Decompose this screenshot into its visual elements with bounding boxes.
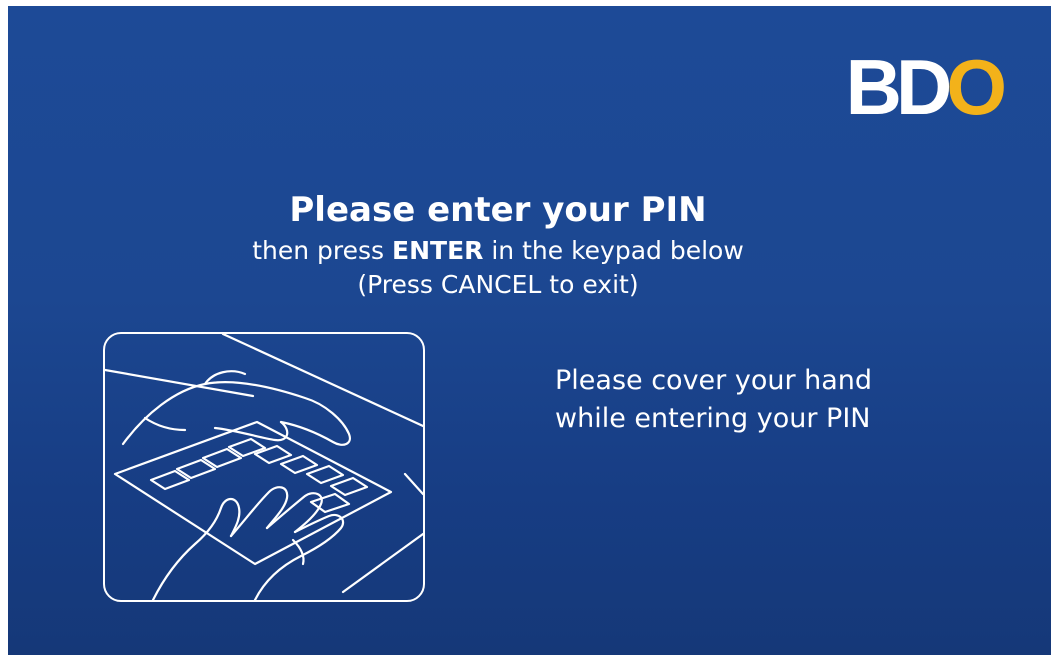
page-title: Please enter your PIN [289, 190, 707, 230]
logo-text-accent: O [946, 43, 1007, 131]
enter-instruction: then press ENTER in the keypad below [8, 234, 988, 268]
logo-text-main: BD [845, 43, 953, 131]
security-note-line1: Please cover your hand [555, 365, 873, 396]
bdo-logo: BD O [846, 48, 1007, 126]
pin-prompt: Please enter your PIN then press ENTER i… [8, 188, 988, 302]
cancel-hint: (Press CANCEL to exit) [357, 270, 639, 299]
enter-key-label: ENTER [392, 236, 484, 265]
atm-screen: BD O Please enter your PIN then press ENT… [8, 6, 1051, 655]
hand-covering-keypad-icon [103, 332, 425, 602]
security-note: Please cover your hand while entering yo… [555, 362, 872, 438]
security-note-line2: while entering your PIN [555, 403, 871, 434]
instruction-pre: then press [252, 236, 393, 265]
instruction-post: in the keypad below [483, 236, 744, 265]
